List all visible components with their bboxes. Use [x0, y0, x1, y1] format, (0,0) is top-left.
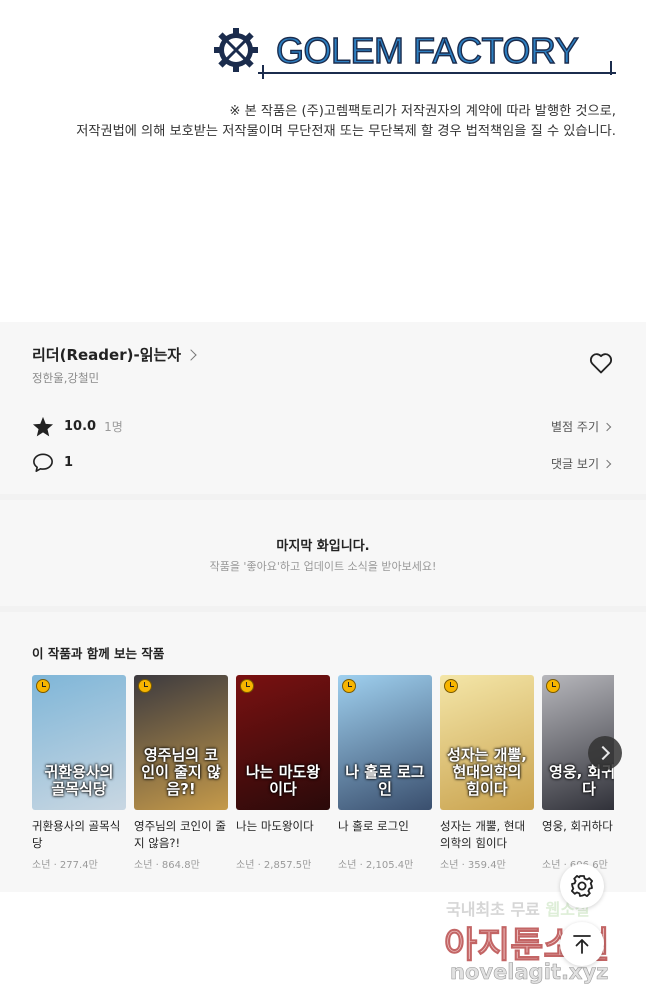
cover-title: 성자는 개뿔, 현대의학의 힘이다: [447, 746, 527, 798]
recommendation-meta: 소년 · 2,105.4만: [338, 860, 414, 871]
rating-row: 10.0 1명: [32, 416, 123, 437]
work-authors: 정한울,강철민: [32, 371, 100, 385]
logo-wordmark: GOLEM FACTORY: [275, 29, 579, 71]
recommendation-title[interactable]: 영웅, 회귀하다: [542, 818, 614, 852]
star-icon: [32, 416, 54, 437]
copyright-banner: GOLEM FACTORY ※ 본 작품은 (주)고렘팩토리가 저작권자의 계약…: [0, 0, 646, 322]
notice-line: ※ 본 작품은 (주)고렘팩토리가 저작권자의 계약에 따라 발행한 것으로,: [229, 104, 616, 119]
recommendation-title[interactable]: 귀환용사의 골목식당: [32, 818, 126, 852]
clock-badge-icon: [342, 679, 356, 693]
cover-image[interactable]: 나는 마도왕이다: [236, 675, 330, 810]
recommendation-title[interactable]: 성자는 개뿔, 현대의학의 힘이다: [440, 818, 534, 852]
recommendation-meta: 소년 · 277.4만: [32, 860, 98, 871]
logo-underline: [258, 72, 616, 74]
recommendation-meta: 소년 · 2,857.5만: [236, 860, 312, 871]
cover-image[interactable]: 나 홀로 로그인: [338, 675, 432, 810]
recommendations-heading: 이 작품과 함께 보는 작품: [32, 646, 165, 661]
recommendation-meta: 소년 · 864.8만: [134, 860, 200, 871]
recommendation-meta: 소년 · 359.4만: [440, 860, 506, 871]
chevron-right-icon: [185, 348, 197, 361]
clock-badge-icon: [36, 679, 50, 693]
clock-badge-icon: [546, 679, 560, 693]
view-comments-button[interactable]: 댓글 보기: [551, 455, 612, 472]
recommendation-title[interactable]: 영주님의 코인이 줄지 않음?!: [134, 818, 228, 852]
notice-line: 저작권법에 의해 보호받는 저작물이며 무단전재 또는 무단복제 할 경우 법적…: [76, 124, 616, 139]
scroll-top-button[interactable]: [560, 922, 604, 966]
work-title: 리더(Reader)-읽는자: [32, 346, 182, 364]
recommendation-item[interactable]: 나 홀로 로그인 나 홀로 로그인 소년 · 2,105.4만: [338, 675, 432, 871]
recommendation-title[interactable]: 나 홀로 로그인: [338, 818, 432, 852]
recommendation-item[interactable]: 성자는 개뿔, 현대의학의 힘이다 성자는 개뿔, 현대의학의 힘이다 소년 ·…: [440, 675, 534, 871]
settings-button[interactable]: [560, 864, 604, 908]
recommendation-item[interactable]: 귀환용사의 골목식당 귀환용사의 골목식당 소년 · 277.4만: [32, 675, 126, 871]
arrow-up-icon: [573, 935, 591, 954]
logo-tick: [610, 61, 612, 75]
cover-image[interactable]: 영주님의 코인이 줄지 않음?!: [134, 675, 228, 810]
clock-badge-icon: [444, 679, 458, 693]
golem-factory-logo: GOLEM FACTORY: [212, 26, 622, 82]
logo-tick: [262, 65, 264, 79]
rate-label: 별점 주기: [551, 420, 599, 434]
cover-title: 나는 마도왕이다: [245, 763, 321, 798]
chevron-right-icon: [602, 459, 612, 468]
rating-count: 1명: [104, 420, 123, 434]
recommendation-item[interactable]: 영주님의 코인이 줄지 않음?! 영주님의 코인이 줄지 않음?! 소년 · 8…: [134, 675, 228, 871]
heart-icon[interactable]: [589, 352, 613, 374]
cover-title: 영주님의 코인이 줄지 않음?!: [141, 746, 221, 798]
comments-row: 1: [32, 452, 73, 473]
rating-value: 10.0: [64, 419, 97, 434]
carousel-next-button[interactable]: [588, 736, 622, 770]
gear-logo-icon: [214, 28, 258, 72]
chevron-right-icon: [602, 422, 612, 431]
cover-title: 나 홀로 로그인: [345, 763, 425, 798]
comments-count: 1: [64, 455, 74, 470]
rate-button[interactable]: 별점 주기: [551, 418, 612, 435]
recommendations-carousel: 귀환용사의 골목식당 귀환용사의 골목식당 소년 · 277.4만 영주님의 코…: [32, 675, 614, 875]
clock-badge-icon: [240, 679, 254, 693]
settings-gear-icon: [571, 875, 593, 897]
cover-image[interactable]: 귀환용사의 골목식당: [32, 675, 126, 810]
work-title-link[interactable]: 리더(Reader)-읽는자: [32, 344, 197, 365]
recommendation-title[interactable]: 나는 마도왕이다: [236, 818, 330, 852]
cover-image[interactable]: 성자는 개뿔, 현대의학의 힘이다: [440, 675, 534, 810]
view-comments-label: 댓글 보기: [551, 457, 599, 471]
recommendation-item[interactable]: 나는 마도왕이다 나는 마도왕이다 소년 · 2,857.5만: [236, 675, 330, 871]
clock-badge-icon: [138, 679, 152, 693]
cover-title: 귀환용사의 골목식당: [44, 763, 114, 798]
comment-icon: [33, 453, 53, 472]
last-episode-subtitle: 작품을 '좋아요'하고 업데이트 소식을 받아보세요!: [209, 560, 437, 573]
last-episode-title: 마지막 화입니다.: [276, 539, 370, 554]
recommendation-item[interactable]: 영웅, 회귀하다 영웅, 회귀하다 소년 · 606.6만: [542, 675, 614, 871]
site-watermark: 국내최초 무료 웹소설 아지툰소설 novelagit.xyz: [436, 890, 636, 1000]
copyright-notice: ※ 본 작품은 (주)고렘팩토리가 저작권자의 계약에 따라 발행한 것으로, …: [76, 102, 616, 142]
